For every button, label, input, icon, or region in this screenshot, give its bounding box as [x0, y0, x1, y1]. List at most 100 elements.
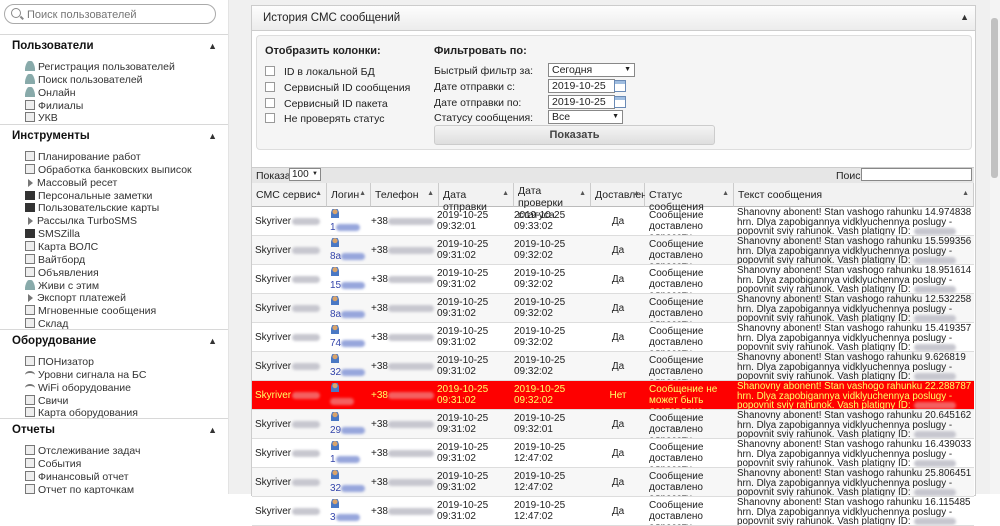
sort-icon[interactable]: ▲: [315, 190, 322, 197]
collapse-icon[interactable]: ▲: [208, 41, 217, 51]
sidebar-item[interactable]: УКВ: [25, 112, 58, 124]
redacted: [913, 315, 956, 322]
date-to-input[interactable]: 2019-10-25: [548, 95, 615, 109]
sidebar-item[interactable]: Персональные заметки: [25, 190, 152, 202]
sidebar-item[interactable]: Онлайн: [25, 86, 76, 99]
sidebar-item[interactable]: Планирование работ: [25, 151, 141, 163]
sidebar-item[interactable]: Массовый ресет: [25, 177, 117, 189]
sidebar-item[interactable]: Филиалы: [25, 99, 83, 112]
date-from-input[interactable]: 2019-10-25: [548, 79, 615, 93]
sort-icon[interactable]: ▲: [633, 190, 640, 197]
sort-icon[interactable]: ▲: [359, 190, 366, 197]
section-header-0[interactable]: Пользователи ▲: [12, 40, 217, 52]
header-sent-date[interactable]: Дата отправки ▲: [439, 183, 514, 213]
sidebar-item[interactable]: Отчет по карточкам: [25, 483, 134, 494]
scrollbar-thumb[interactable]: [991, 18, 998, 178]
header-phone[interactable]: Телефон ▲: [371, 183, 439, 207]
sort-icon[interactable]: ▲: [722, 190, 729, 197]
login-link[interactable]: 8a: [330, 309, 366, 320]
header-status[interactable]: Статус сообщения ▲: [645, 183, 734, 213]
collapse-icon[interactable]: ▲: [208, 336, 217, 346]
table-row[interactable]: Skyriver 74 +38 2019-10-25 09:31:02 2019-10-…: [252, 323, 974, 352]
sidebar-item[interactable]: ПОНизатор: [25, 356, 94, 368]
table-search-input[interactable]: [861, 168, 972, 181]
login-link[interactable]: [330, 396, 354, 407]
login-link[interactable]: 15: [330, 280, 366, 291]
user-search-input[interactable]: [25, 6, 209, 23]
calendar-icon[interactable]: [614, 80, 626, 92]
table-row[interactable]: Skyriver 8a +38 2019-10-25 09:31:02 2019-10-…: [252, 236, 974, 265]
sort-icon[interactable]: ▲: [579, 190, 586, 197]
checkbox[interactable]: [265, 98, 275, 108]
sidebar-item[interactable]: Поиск пользователей: [25, 73, 143, 86]
table-row[interactable]: Skyriver 3 +38 2019-10-25 09:31:02 2019-10-2…: [252, 497, 974, 526]
sort-icon[interactable]: ▲: [427, 190, 434, 197]
header-check-date[interactable]: Дата проверки статуса ▲: [514, 183, 591, 221]
page-scrollbar[interactable]: [990, 0, 1000, 494]
user-icon: [331, 238, 339, 247]
login-link[interactable]: 32: [330, 483, 366, 494]
table-row[interactable]: Skyriver +38 2019-10-25 09:31:02 2019-10-25…: [252, 381, 974, 410]
section-header-2[interactable]: Оборудование ▲: [12, 335, 217, 347]
table-row[interactable]: Skyriver 1 +38 2019-10-25 09:31:02 2019-10-2…: [252, 439, 974, 468]
sidebar-item-label: Объявления: [38, 266, 99, 279]
checked-value: 2019-10-25 12:47:02: [514, 471, 566, 493]
checkbox-local-id[interactable]: ID в локальной БД: [265, 66, 375, 79]
show-button[interactable]: Показать: [434, 125, 715, 145]
sidebar-item[interactable]: Пользовательские карты: [25, 202, 159, 214]
login-link[interactable]: 1: [330, 454, 360, 465]
sidebar-item[interactable]: Уровни сигнала на БС: [25, 369, 146, 381]
sidebar-item[interactable]: Карта ВОЛС: [25, 240, 98, 253]
table-row[interactable]: Skyriver 32 +38 2019-10-25 09:31:02 2019-10-…: [252, 468, 974, 497]
sidebar-item[interactable]: Мгновенные сообщения: [25, 305, 156, 317]
login-link[interactable]: 8a: [330, 251, 366, 262]
collapse-icon[interactable]: ▲: [208, 131, 217, 141]
status-filter-select[interactable]: Все ▼: [548, 110, 623, 124]
checkbox-no-check-status[interactable]: Не проверять статус: [265, 113, 384, 126]
checkbox[interactable]: [265, 66, 275, 76]
header-sms-service[interactable]: СМС сервис ▲: [252, 183, 327, 207]
sidebar-item[interactable]: Экспорт платежей: [25, 292, 126, 304]
login-link[interactable]: 29: [330, 425, 366, 436]
sidebar-item[interactable]: Регистрация пользователей: [25, 61, 175, 73]
checkbox-service-pkg-id[interactable]: Сервисный ID пакета: [265, 98, 388, 111]
login-link[interactable]: 3: [330, 512, 360, 523]
sidebar-item[interactable]: События: [25, 457, 81, 470]
sidebar-item[interactable]: Свичи: [25, 394, 68, 407]
user-search[interactable]: [4, 4, 216, 24]
sidebar-item[interactable]: Обработка банковских выписок: [25, 163, 192, 176]
collapse-icon[interactable]: ▲: [208, 425, 217, 435]
calendar-icon[interactable]: [614, 96, 626, 108]
sidebar-item[interactable]: Отслеживание задач: [25, 445, 140, 457]
header-text[interactable]: Текст сообщения ▲: [734, 183, 974, 207]
sort-icon[interactable]: ▲: [962, 190, 969, 197]
table-row[interactable]: Skyriver 32 +38 2019-10-25 09:31:02 2019-10-…: [252, 352, 974, 381]
status-value: Сообщение доставлено адресату: [649, 500, 704, 525]
section-header-3[interactable]: Отчеты ▲: [12, 424, 217, 436]
login-link[interactable]: 74: [330, 338, 366, 349]
table-row[interactable]: Skyriver 29 +38 2019-10-25 09:31:02 2019-10-…: [252, 410, 974, 439]
header-delivered[interactable]: Доставлено ▲: [591, 183, 653, 207]
quick-filter-select[interactable]: Сегодня ▼: [548, 63, 635, 77]
section-divider: [0, 124, 228, 125]
table-row[interactable]: Skyriver 1 +38 2019-10-25 09:32:01 2019-10-2…: [252, 207, 974, 236]
page-size-select[interactable]: 100 ▼: [289, 168, 321, 181]
sidebar-item[interactable]: WiFi оборудование: [25, 382, 131, 394]
sidebar-item[interactable]: Рассылка TurboSMS: [25, 215, 137, 227]
login-link[interactable]: 1: [330, 222, 360, 233]
login-link[interactable]: 32: [330, 367, 366, 378]
checkbox-service-msg-id[interactable]: Сервисный ID сообщения: [265, 82, 410, 95]
sidebar-item[interactable]: Финансовый отчет: [25, 470, 129, 483]
section-header-1[interactable]: Инструменты ▲: [12, 130, 217, 142]
sidebar-item[interactable]: Объявления: [25, 266, 99, 279]
sort-icon[interactable]: ▲: [502, 190, 509, 197]
checkbox[interactable]: [265, 82, 275, 92]
sidebar-item[interactable]: Живи с этим: [25, 279, 99, 292]
header-login[interactable]: Логин ▲: [327, 183, 371, 207]
table-row[interactable]: Skyriver 8a +38 2019-10-25 09:31:02 2019-10-…: [252, 294, 974, 323]
sidebar-item[interactable]: SMSZilla: [25, 228, 80, 240]
collapse-icon[interactable]: ▲: [960, 12, 969, 22]
sidebar-item[interactable]: Вайтборд: [25, 253, 85, 266]
checkbox[interactable]: [265, 113, 275, 123]
table-row[interactable]: Skyriver 15 +38 2019-10-25 09:31:02 2019-10-…: [252, 265, 974, 294]
